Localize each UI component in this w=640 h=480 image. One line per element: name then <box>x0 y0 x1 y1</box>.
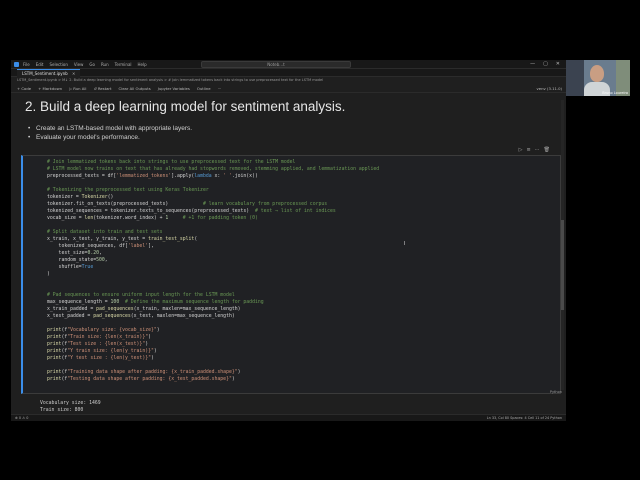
menu-file[interactable]: File <box>23 60 30 69</box>
code-line[interactable]: # Split dataset into train and test sets <box>47 229 379 236</box>
menu-terminal[interactable]: Terminal <box>115 60 132 69</box>
code-line[interactable]: print(f"Testing data shape after padding… <box>47 376 379 383</box>
code-line[interactable] <box>47 362 379 369</box>
cell-output: Vocabulary size: 1469 Train size: 800 <box>11 400 566 415</box>
code-line[interactable] <box>47 278 379 285</box>
code-line[interactable]: test_size=0.20, <box>47 250 379 257</box>
screen: File Edit Selection View Go Run Terminal… <box>0 0 640 480</box>
add-markdown-cell-button[interactable]: + Markdown <box>38 84 62 93</box>
code-line[interactable] <box>47 180 379 187</box>
code-line[interactable]: tokenized_sequences = tokenizer.texts_to… <box>47 208 379 215</box>
code-line[interactable]: random_state=500, <box>47 257 379 264</box>
command-center-search[interactable]: Noteb...t <box>201 61 351 68</box>
outline-button[interactable]: Outline <box>197 84 211 93</box>
code-line[interactable]: print(f"Y test size : {len(y_test)}") <box>47 355 379 362</box>
code-line[interactable]: tokenized_sequences, df['label'], <box>47 243 379 250</box>
code-line[interactable]: tokenizer.fit_on_texts(preprocessed_text… <box>47 201 379 208</box>
code-line[interactable] <box>47 320 379 327</box>
code-line[interactable]: shuffle=True <box>47 264 379 271</box>
split-cell-icon[interactable]: ≡ <box>526 147 530 153</box>
notebook-toolbar: + Code + Markdown ▷ Run All ↺ Restart Cl… <box>11 84 566 93</box>
code-line[interactable]: print(f"Train size: {len(x_train)}") <box>47 334 379 341</box>
presenter-head <box>590 65 604 82</box>
restart-button[interactable]: ↺ Restart <box>93 84 111 93</box>
vscode-window: File Edit Selection View Go Run Terminal… <box>11 60 566 421</box>
run-cell-icon[interactable]: ▷ <box>519 147 523 153</box>
menu-bar: File Edit Selection View Go Run Terminal… <box>23 60 147 69</box>
kernel-picker[interactable]: venv (3.11.0) <box>537 84 562 93</box>
code-line[interactable]: ) <box>47 271 379 278</box>
more-actions-icon[interactable]: ··· <box>218 84 222 93</box>
code-line[interactable]: preprocessed_texts = df['lemmatized_toke… <box>47 173 379 180</box>
code-line[interactable]: vocab_size = len(tokenizer.word_index) +… <box>47 215 379 222</box>
minimize-icon[interactable]: — <box>530 60 535 69</box>
menu-selection[interactable]: Selection <box>49 60 67 69</box>
breadcrumb[interactable]: LSTM_Sentiment.ipynb > M↓ 2. Build a dee… <box>17 77 323 84</box>
run-all-button[interactable]: ▷ Run All <box>69 84 86 93</box>
cell-more-icon[interactable]: ⋯ <box>535 147 540 153</box>
editor-scrollbar[interactable] <box>561 100 564 390</box>
code-line[interactable]: x_test_padded = pad_sequences(x_test, ma… <box>47 313 379 320</box>
clear-outputs-button[interactable]: Clear All Outputs <box>118 84 150 93</box>
tab-label: LSTM_Sentiment.ipynb <box>22 71 68 76</box>
code-line[interactable]: print(f"Training data shape after paddin… <box>47 369 379 376</box>
status-bar: ⊗ 0 ⚠ 0 Ln 33, Col 80 Spaces: 4 Cell 11 … <box>11 414 566 421</box>
close-tab-icon[interactable]: ✕ <box>72 71 75 76</box>
markdown-bullet-list: Create an LSTM-based model with appropri… <box>28 124 192 142</box>
scrollbar-thumb[interactable] <box>561 220 564 310</box>
code-line[interactable]: print(f"Vocabulary size: {vocab_size}") <box>47 327 379 334</box>
code-line[interactable] <box>47 285 379 292</box>
status-info[interactable]: Ln 33, Col 80 Spaces: 4 Cell 11 of 24 Py… <box>487 415 562 421</box>
vscode-logo-icon <box>14 62 19 67</box>
output-line: Train size: 800 <box>40 408 84 413</box>
code-line[interactable]: x_train, x_test, y_train, y_test = train… <box>47 236 379 243</box>
text-cursor-icon: I <box>404 241 406 247</box>
output-line: Vocabulary size: 1469 <box>40 401 101 406</box>
webcam-shelf <box>566 60 584 96</box>
webcam-overlay: Bruno Loureiro <box>566 60 630 96</box>
code-line[interactable]: # Join lemmatized tokens back into strin… <box>47 159 379 166</box>
presenter-name: Bruno Loureiro <box>602 91 628 95</box>
bullet-item: Evaluate your model's performance. <box>28 133 192 142</box>
code-line[interactable] <box>47 222 379 229</box>
window-controls: — ▢ ✕ <box>530 60 560 69</box>
menu-view[interactable]: View <box>74 60 84 69</box>
code-line[interactable]: tokenizer = Tokenizer() <box>47 194 379 201</box>
add-code-cell-button[interactable]: + Code <box>17 84 31 93</box>
code-cell[interactable]: # Join lemmatized tokens back into strin… <box>21 155 561 394</box>
code-line[interactable]: # Pad sequences to ensure uniform input … <box>47 292 379 299</box>
code-line[interactable]: print(f"Test size : {len(x_test)}") <box>47 341 379 348</box>
menu-go[interactable]: Go <box>89 60 95 69</box>
code-line[interactable]: # Tokenizing the preprocessed text using… <box>47 187 379 194</box>
code-line[interactable]: max_sequence_length = 100 # Define the m… <box>47 299 379 306</box>
delete-cell-icon[interactable]: 🗑 <box>544 147 550 153</box>
code-line[interactable]: x_train_padded = pad_sequences(x_train, … <box>47 306 379 313</box>
notebook-content: 2. Build a deep learning model for senti… <box>11 94 566 394</box>
problems-indicator[interactable]: ⊗ 0 ⚠ 0 <box>15 415 28 421</box>
markdown-heading: 2. Build a deep learning model for senti… <box>25 99 346 114</box>
maximize-icon[interactable]: ▢ <box>543 60 548 69</box>
editor-tab-bar: LSTM_Sentiment.ipynb ✕ <box>11 69 566 77</box>
code-editor[interactable]: # Join lemmatized tokens back into strin… <box>47 159 379 383</box>
close-window-icon[interactable]: ✕ <box>556 60 560 69</box>
code-line[interactable]: # LSTM model now trains on text that has… <box>47 166 379 173</box>
bullet-item: Create an LSTM-based model with appropri… <box>28 124 192 133</box>
cell-toolbar: ▷ ≡ ⋯ 🗑 <box>519 147 550 153</box>
cell-language-label[interactable]: Python <box>550 390 562 394</box>
menu-run[interactable]: Run <box>101 60 109 69</box>
tab-lstm-notebook[interactable]: LSTM_Sentiment.ipynb ✕ <box>17 69 81 77</box>
code-line[interactable]: print(f"Y train size: {len(y_train)}") <box>47 348 379 355</box>
menu-help[interactable]: Help <box>138 60 147 69</box>
menu-edit[interactable]: Edit <box>36 60 44 69</box>
jupyter-variables-button[interactable]: Jupyter Variables <box>158 84 190 93</box>
title-bar: File Edit Selection View Go Run Terminal… <box>11 60 566 69</box>
